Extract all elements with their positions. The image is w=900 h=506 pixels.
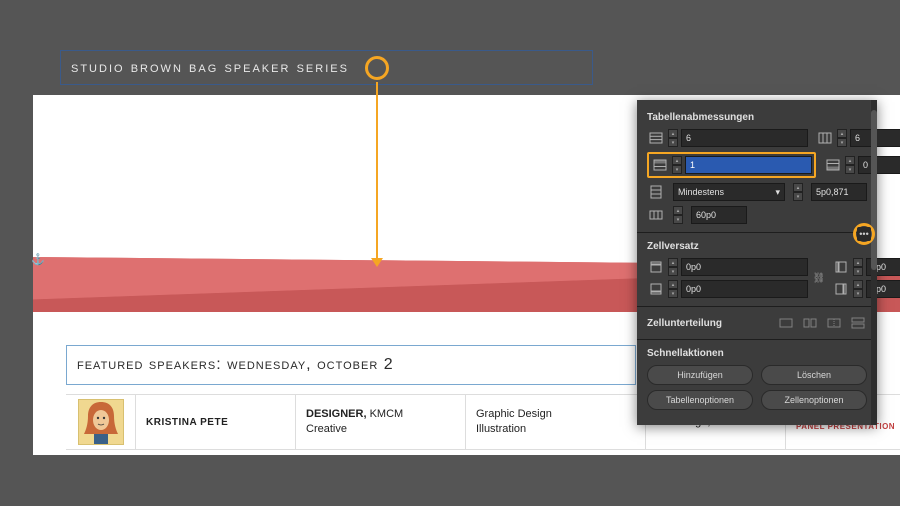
table-width-stepper[interactable]: ▴▾ [673,206,683,224]
inset-bottom-stepper[interactable]: ▴▾ [668,280,678,298]
panel-scrollbar[interactable] [871,100,877,425]
row-height-stepper[interactable]: ▴▾ [793,183,803,201]
inset-top-icon [647,258,665,276]
panel-more-button[interactable]: ••• [857,227,871,241]
section-dimensions-title: Tabellenabmessungen [647,112,867,123]
inset-top-input[interactable] [681,258,808,276]
inset-bottom-icon [647,280,665,298]
table-width-input[interactable] [691,206,747,224]
unmerge-icon[interactable] [825,315,843,331]
cell-avatar [66,395,136,449]
annotation-arrowhead [371,258,383,267]
split-horizontal-icon[interactable] [849,315,867,331]
page-title: studio brown bag speaker series [71,59,349,76]
header-rows-highlight: ▴▾ [647,152,816,178]
merge-cells-icon[interactable] [777,315,795,331]
add-button[interactable]: Hinzufügen [647,365,753,385]
role-line2: Creative [306,422,347,437]
header-rows-icon [651,156,669,174]
inset-left-stepper[interactable]: ▴▾ [853,258,863,276]
footer-rows-icon [824,156,842,174]
row-height-icon [647,183,665,201]
rows-stepper[interactable]: ▴▾ [668,129,678,147]
row-height-input[interactable] [811,183,867,201]
section-quick-title: Schnellaktionen [647,348,867,359]
header-rows-input[interactable] [685,156,812,174]
table-options-button[interactable]: Tabellenoptionen [647,390,753,410]
table-panel: Tabellenabmessungen ▴▾ ▴▾ ▴▾ ▴▾ Mindeste… [637,100,877,425]
cols-icon [816,129,834,147]
section-header-text: featured speakers: wednesday, october 2 [77,356,394,374]
inset-right-stepper[interactable]: ▴▾ [853,280,863,298]
split-vertical-icon[interactable] [801,315,819,331]
footer-rows-stepper[interactable]: ▴▾ [845,156,855,174]
skill-2: Illustration [476,422,526,437]
inset-link-icon[interactable]: ⛓ [812,263,826,293]
annotation-line [376,82,378,260]
role-title: DESIGNER, [306,408,367,420]
inset-top-stepper[interactable]: ▴▾ [668,258,678,276]
cell-options-button[interactable]: Zellenoptionen [761,390,867,410]
cell-role: DESIGNER, KMCM Creative [296,395,466,449]
anchor-icon: ⚓ [31,253,45,266]
footer-rows-input[interactable] [858,156,900,174]
table-width-icon [647,206,665,224]
cell-skill: Graphic Design Illustration [466,395,646,449]
inset-bottom-input[interactable] [681,280,808,298]
inset-right-icon [832,280,850,298]
skill-1: Graphic Design [476,407,552,422]
rows-input[interactable] [681,129,808,147]
rows-icon [647,129,665,147]
header-rows-stepper[interactable]: ▴▾ [672,156,682,174]
section-header-cell[interactable]: featured speakers: wednesday, october 2 [66,345,636,385]
cols-stepper[interactable]: ▴▾ [837,129,847,147]
section-inset-title: Zellversatz [647,241,867,252]
title-selection-box[interactable]: studio brown bag speaker series [60,50,593,85]
delete-button[interactable]: Löschen [761,365,867,385]
role-company: KMCM [367,408,404,420]
annotation-circle [365,56,389,80]
row-height-mode-select[interactable]: Mindestens▾ [673,183,785,201]
avatar-image [78,399,124,445]
section-subdivide-title: Zellunterteilung [647,318,722,329]
annotation-more-circle: ••• [853,223,875,245]
cell-name: KRISTINA PETE [136,395,296,449]
inset-left-icon [832,258,850,276]
